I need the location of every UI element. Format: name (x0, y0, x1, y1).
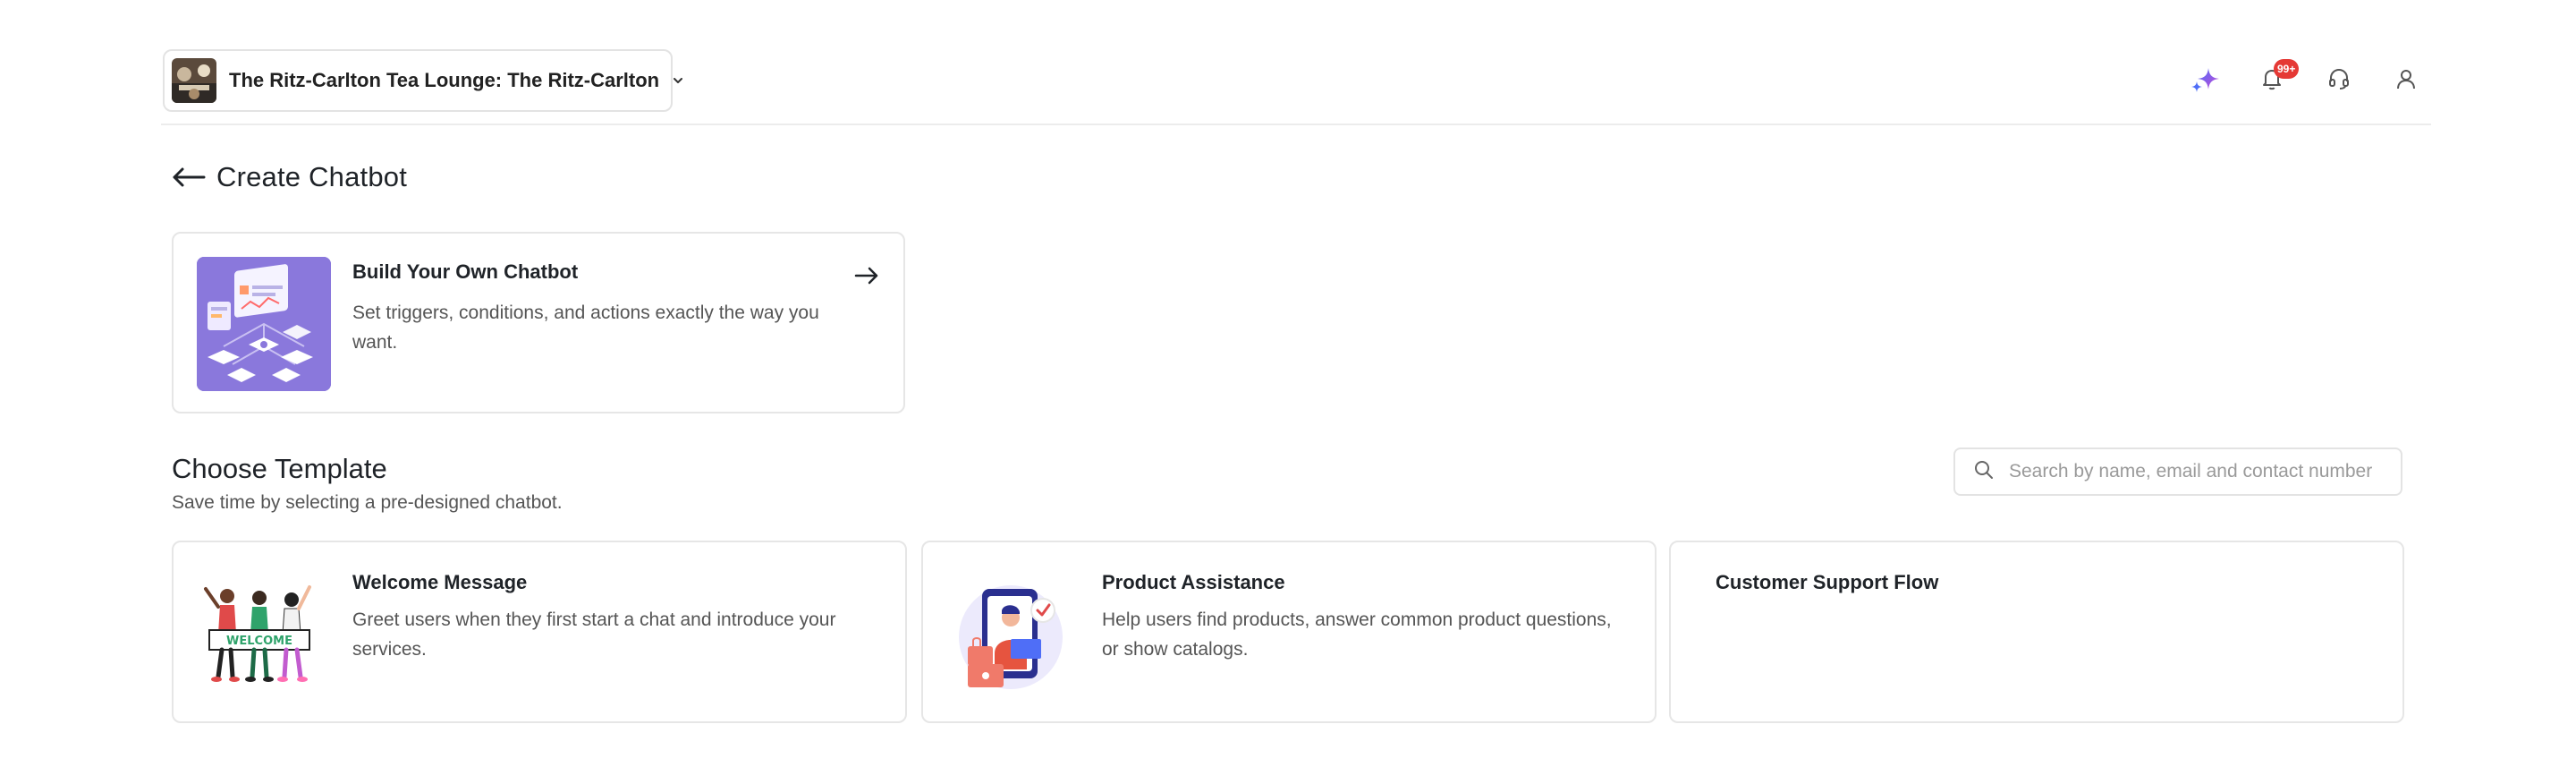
notification-badge: 99+ (2274, 59, 2300, 79)
template-title: Customer Support Flow (1716, 571, 1939, 593)
product-assistance-illustration (946, 571, 1072, 696)
workspace-avatar (172, 58, 216, 103)
template-title: Welcome Message (352, 571, 528, 593)
headset-icon (2326, 65, 2352, 97)
build-own-chatbot-card[interactable]: Build Your Own Chatbot Set triggers, con… (172, 232, 905, 413)
template-description: Help users find products, answer common … (1102, 609, 1612, 660)
user-icon (2393, 65, 2419, 97)
workspace-selector[interactable]: The Ritz-Carlton Tea Lounge: The Ritz-Ca… (163, 49, 683, 112)
build-card-title: Build Your Own Chatbot (352, 260, 579, 283)
profile-button[interactable] (2381, 55, 2431, 106)
template-card-welcome-message[interactable]: WELCOME Welcome Message Greet users when… (172, 541, 907, 723)
support-button[interactable] (2314, 55, 2364, 106)
welcome-illustration: WELCOME (197, 571, 322, 696)
build-card-description: Set triggers, conditions, and actions ex… (352, 303, 819, 353)
welcome-sign-text: WELCOME (226, 635, 292, 648)
page-header: Create Chatbot (172, 159, 407, 195)
section-title: Choose Template (172, 453, 387, 484)
template-card-product-assistance[interactable]: Product Assistance Help users find produ… (921, 541, 1657, 723)
template-description: Greet users when they first start a chat… (352, 609, 836, 660)
section-subtitle: Save time by selecting a pre-designed ch… (172, 492, 563, 513)
template-search[interactable] (1953, 447, 2402, 496)
notifications-button[interactable]: 99+ (2247, 55, 2300, 106)
workspace-name: The Ritz-Carlton Tea Lounge: The Ritz-Ca… (229, 69, 660, 91)
template-title: Product Assistance (1102, 571, 1285, 593)
back-arrow-icon[interactable] (172, 159, 208, 195)
ai-sparkle-icon[interactable] (2180, 55, 2230, 106)
page-title: Create Chatbot (216, 161, 408, 192)
chevron-down-icon (672, 74, 684, 87)
template-card-customer-support-flow[interactable]: Customer Support Flow (1669, 541, 2404, 723)
search-icon (1973, 459, 1995, 485)
arrow-right-icon (852, 260, 882, 291)
top-header: The Ritz-Carlton Tea Lounge: The Ritz-Ca… (161, 0, 2431, 125)
search-input[interactable] (2009, 461, 2385, 482)
flow-builder-illustration (197, 257, 331, 391)
